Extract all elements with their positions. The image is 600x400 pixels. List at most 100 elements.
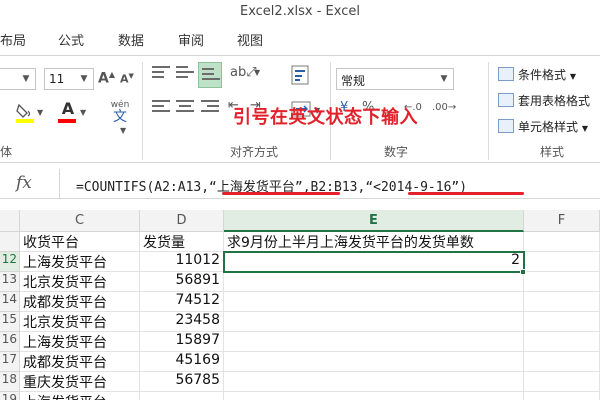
row-header[interactable]: 13 xyxy=(0,272,20,292)
cell-styles-label: 单元格样式 xyxy=(518,120,579,134)
row-header[interactable] xyxy=(0,232,20,252)
column-header-c[interactable]: C xyxy=(20,210,140,232)
cell-d-header[interactable]: 发货量 xyxy=(140,232,224,252)
align-right-icon[interactable] xyxy=(201,100,219,116)
insert-function-button[interactable]: fx xyxy=(0,169,60,199)
row-header[interactable]: 18 xyxy=(0,372,20,392)
cell-d[interactable]: 56785 xyxy=(140,372,224,392)
cell-d[interactable]: 45169 xyxy=(140,352,224,372)
wrap-text-button[interactable] xyxy=(290,64,312,86)
tab-view[interactable]: 视图 xyxy=(237,30,263,49)
tab-data[interactable]: 数据 xyxy=(118,30,144,49)
font-color-a-icon: A xyxy=(61,99,75,118)
select-all-corner[interactable] xyxy=(0,210,20,232)
chevron-down-icon[interactable]: ▼ xyxy=(120,126,126,135)
cell-e[interactable] xyxy=(224,272,524,292)
fill-color-button[interactable] xyxy=(14,101,36,125)
cell-c[interactable]: 上海发货平台 xyxy=(20,252,140,272)
tab-page-layout[interactable]: 布局 xyxy=(0,30,26,49)
cell-c[interactable]: 上海发货平台 xyxy=(20,332,140,352)
font-color-swatch xyxy=(58,119,76,123)
cell-c[interactable]: 成都发货平台 xyxy=(20,292,140,312)
cell-f[interactable] xyxy=(524,232,600,252)
cell-d[interactable]: 15897 xyxy=(140,332,224,352)
fill-handle[interactable] xyxy=(520,269,526,275)
cell-c[interactable]: 重庆发货平台 xyxy=(20,372,140,392)
cell-d[interactable] xyxy=(140,392,224,400)
cell-e[interactable] xyxy=(224,392,524,400)
conditional-formatting-button[interactable]: 条件格式 ▼ xyxy=(498,66,576,83)
font-size-combo[interactable]: 11 ▼ xyxy=(44,68,94,90)
ribbon-tabs: 布局 公式 数据 审阅 视图 xyxy=(0,30,600,52)
cell-c[interactable]: 上海发货平台 xyxy=(20,392,140,400)
cell-c[interactable]: 成都发货平台 xyxy=(20,352,140,372)
chevron-down-icon[interactable]: ▼ xyxy=(254,68,260,77)
font-shrink-icon[interactable]: A▼ xyxy=(120,72,134,86)
column-header-e[interactable]: E xyxy=(224,210,524,232)
cell-f[interactable] xyxy=(524,252,600,272)
cell-f[interactable] xyxy=(524,392,600,400)
cell-e-question[interactable]: 求9月份上半月上海发货平台的发货单数 xyxy=(224,232,524,252)
cell-f[interactable] xyxy=(524,292,600,312)
font-color-button[interactable]: A xyxy=(58,101,78,125)
cell-styles-button[interactable]: 单元格样式 ▼ xyxy=(498,118,588,135)
chevron-down-icon[interactable]: ▼ xyxy=(37,108,43,117)
font-grow-icon[interactable]: A▲ xyxy=(98,70,115,87)
worksheet-grid[interactable]: C D E F 收货平台 发货量 求9月份上半月上海发货平台的发货单数 12 上… xyxy=(0,210,600,400)
align-center-icon[interactable] xyxy=(176,100,194,116)
tab-review[interactable]: 审阅 xyxy=(178,30,204,49)
annotation-underline xyxy=(408,192,524,195)
row-header[interactable]: 14 xyxy=(0,292,20,312)
format-as-table-button[interactable]: 套用表格格式 xyxy=(498,92,590,109)
cell-f[interactable] xyxy=(524,272,600,292)
group-separator xyxy=(488,62,489,160)
chevron-down-icon[interactable]: ▼ xyxy=(77,71,91,87)
align-left-icon[interactable] xyxy=(152,100,170,116)
number-group-label: 数字 xyxy=(384,145,409,159)
phonetic-guide-button[interactable]: wén 文 xyxy=(106,100,134,128)
wrap-text-icon xyxy=(291,65,309,85)
cell-d[interactable]: 23458 xyxy=(140,312,224,332)
cell-e[interactable] xyxy=(224,312,524,332)
cell-f[interactable] xyxy=(524,332,600,352)
align-bottom-icon xyxy=(202,68,220,84)
cell-e[interactable] xyxy=(224,292,524,312)
font-size-value: 11 xyxy=(49,72,65,86)
chevron-down-icon: ▼ xyxy=(569,72,576,81)
chevron-down-icon[interactable]: ▼ xyxy=(437,71,451,87)
cell-e[interactable] xyxy=(224,372,524,392)
row-header[interactable]: 12 xyxy=(0,252,20,272)
align-top-icon[interactable] xyxy=(152,66,170,82)
cell-f[interactable] xyxy=(524,312,600,332)
cell-c-header[interactable]: 收货平台 xyxy=(20,232,140,252)
column-header-d[interactable]: D xyxy=(140,210,224,232)
row-header[interactable]: 15 xyxy=(0,312,20,332)
orientation-icon[interactable]: ab⤢ xyxy=(230,65,257,80)
cell-d[interactable]: 74512 xyxy=(140,292,224,312)
window-title: Excel2.xlsx - Excel xyxy=(239,4,360,19)
cell-styles-icon xyxy=(498,119,514,133)
cell-d[interactable]: 56891 xyxy=(140,272,224,292)
align-middle-icon[interactable] xyxy=(176,66,194,82)
font-name-combo[interactable]: ▼ xyxy=(0,68,36,90)
group-separator xyxy=(142,62,143,160)
cell-f[interactable] xyxy=(524,372,600,392)
row-header[interactable]: 19 xyxy=(0,392,20,400)
font-group-label: 体 xyxy=(0,145,13,159)
cell-c[interactable]: 北京发货平台 xyxy=(20,272,140,292)
cell-e[interactable] xyxy=(224,332,524,352)
cell-f[interactable] xyxy=(524,352,600,372)
phonetic-char: 文 xyxy=(113,109,127,125)
row-header[interactable]: 16 xyxy=(0,332,20,352)
tab-formulas[interactable]: 公式 xyxy=(58,30,84,49)
decrease-decimal-icon[interactable]: .00→ xyxy=(432,102,456,113)
cell-c[interactable]: 北京发货平台 xyxy=(20,312,140,332)
cell-e[interactable] xyxy=(224,352,524,372)
chevron-down-icon[interactable]: ▼ xyxy=(19,71,33,87)
chevron-down-icon[interactable]: ▼ xyxy=(80,108,86,117)
cell-d[interactable]: 11012 xyxy=(140,252,224,272)
align-bottom-button[interactable] xyxy=(198,62,222,88)
row-header[interactable]: 17 xyxy=(0,352,20,372)
column-header-f[interactable]: F xyxy=(524,210,600,232)
number-format-combo[interactable]: 常规 ▼ xyxy=(336,68,454,90)
